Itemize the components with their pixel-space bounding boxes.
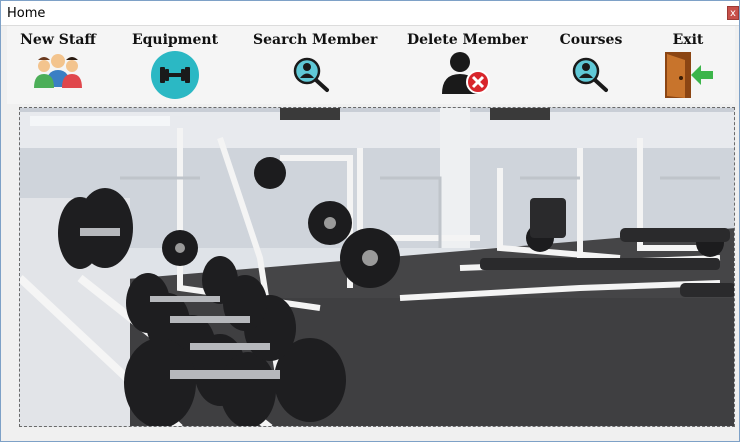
exit-door-icon (665, 52, 713, 98)
dumbbell-icon (151, 51, 199, 99)
new-staff-button[interactable]: New Staff (17, 26, 99, 104)
exit-button[interactable]: Exit (657, 26, 719, 104)
user-delete-icon (442, 52, 490, 94)
home-window: Home x New Staff Equipment Search Member… (0, 0, 740, 442)
delete-member-label: Delete Member (407, 32, 528, 48)
staff-group-icon (34, 54, 82, 88)
new-staff-label: New Staff (20, 32, 96, 48)
user-search-icon (572, 57, 608, 92)
close-button[interactable]: x (727, 6, 739, 20)
equipment-button[interactable]: Equipment (129, 26, 221, 104)
equipment-label: Equipment (131, 32, 219, 48)
title-bar: Home x (1, 1, 739, 26)
toolbar: New Staff Equipment Search Member Delete… (7, 26, 735, 104)
courses-label: Courses (559, 32, 623, 48)
gym-illustration (20, 108, 734, 426)
search-member-button[interactable]: Search Member (253, 26, 378, 104)
search-member-label: Search Member (253, 32, 378, 48)
courses-button[interactable]: Courses (555, 26, 627, 104)
exit-label: Exit (672, 32, 704, 48)
delete-member-button[interactable]: Delete Member (407, 26, 528, 104)
gym-photo (19, 107, 735, 427)
user-search-icon (293, 57, 329, 92)
window-title: Home (7, 6, 46, 21)
